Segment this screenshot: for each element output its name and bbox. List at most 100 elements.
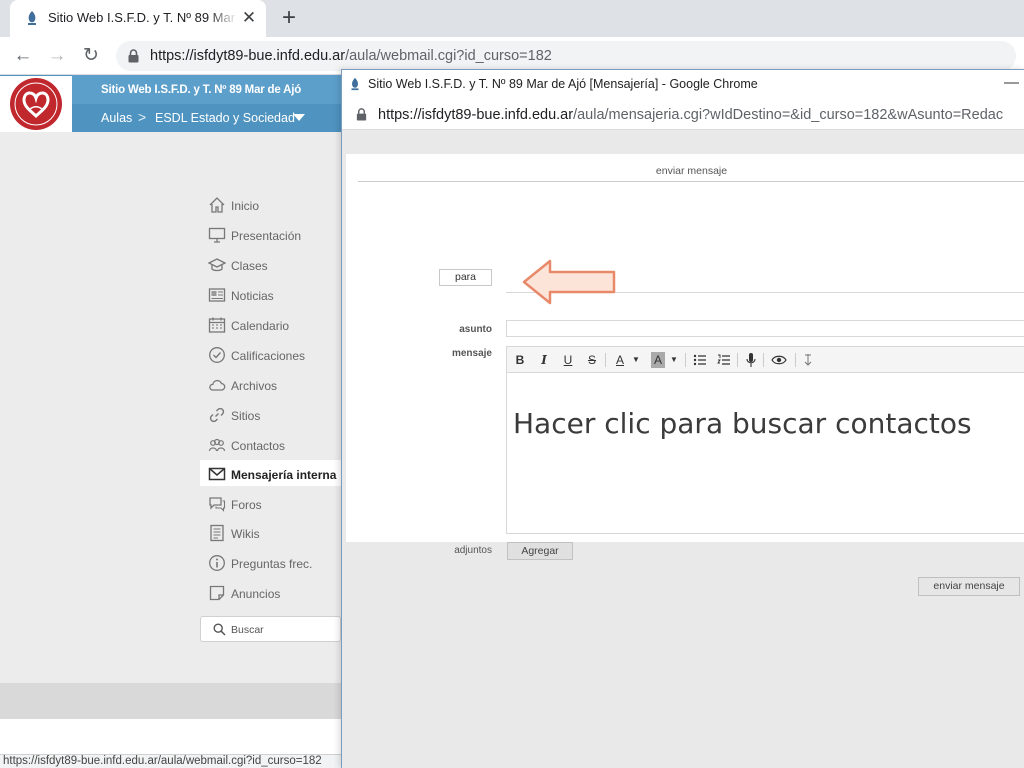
message-editor[interactable]: Hacer clic para buscar contactos <box>506 373 1024 534</box>
sidebar-item-contactos[interactable]: Contactos <box>200 432 341 458</box>
back-arrow-icon[interactable]: ← <box>12 45 34 67</box>
sidebar-item-label: Noticias <box>231 289 274 303</box>
site-favicon-icon <box>351 77 359 91</box>
lock-icon <box>356 108 367 121</box>
info-icon <box>209 555 225 571</box>
page-bottom <box>0 719 341 754</box>
calendar-icon <box>208 317 226 333</box>
sidebar-search[interactable]: Buscar <box>200 616 341 642</box>
new-tab-button[interactable]: + <box>278 6 300 30</box>
form-heading: enviar mensaje <box>358 162 1024 182</box>
sidebar-item-noticias[interactable]: Noticias <box>200 282 341 308</box>
add-attachment-button[interactable]: Agregar <box>507 542 573 560</box>
bulleted-list-icon[interactable] <box>693 352 707 368</box>
message-label: mensaje <box>451 348 492 359</box>
sidebar-item-label: Wikis <box>231 527 260 541</box>
site-favicon-icon <box>28 11 36 25</box>
tab-title: Sitio Web I.S.F.D. y T. Nº 89 Mar de Ajó <box>48 10 238 25</box>
sidebar-item-clases[interactable]: Clases <box>200 252 341 278</box>
sidebar-item-archivos[interactable]: Archivos <box>200 372 341 398</box>
to-recipients-button[interactable]: para <box>439 269 492 286</box>
browser-tab[interactable]: Sitio Web I.S.F.D. y T. Nº 89 Mar de Ajó… <box>10 0 266 37</box>
popup-address-bar[interactable]: https://isfdyt89-bue.infd.edu.ar/aula/me… <box>342 100 1024 130</box>
graduation-cap-icon <box>208 258 226 272</box>
microphone-icon[interactable] <box>745 352 757 368</box>
sidebar-item-sitios[interactable]: Sitios <box>200 402 341 428</box>
breadcrumb-course[interactable]: ESDL Estado y Sociedad <box>155 111 295 125</box>
search-icon <box>213 623 226 636</box>
sidebar-item-label: Mensajería interna <box>231 468 337 482</box>
send-message-button[interactable]: enviar mensaje <box>918 577 1020 596</box>
logo-seal-icon <box>10 78 62 130</box>
reload-icon[interactable]: ↻ <box>80 45 102 67</box>
message-form: enviar mensaje para asunto mensaje B I U… <box>346 154 1024 596</box>
sidebar-item-label: Contactos <box>231 439 286 453</box>
monitor-icon <box>208 227 226 243</box>
breadcrumb-aulas[interactable]: Aulas <box>101 111 132 125</box>
forward-arrow-icon[interactable]: → <box>46 45 68 67</box>
sidebar-item-foros[interactable]: Foros <box>200 491 341 517</box>
breadcrumb-separator: > <box>138 109 147 125</box>
font-color-dropdown-icon[interactable]: ▼ <box>631 352 641 368</box>
sidebar-item-anuncios[interactable]: Anuncios <box>200 580 341 606</box>
left-arrow-callout-icon <box>522 259 616 305</box>
minimize-button[interactable]: — <box>1004 74 1019 91</box>
toolbar-separator <box>605 353 606 367</box>
numbered-list-icon[interactable] <box>717 352 731 368</box>
link-icon <box>209 407 225 423</box>
sidebar-item-label: Sitios <box>231 409 261 423</box>
sidebar-item-presentacion[interactable]: Presentación <box>200 222 341 248</box>
sidebar-item-label: Archivos <box>231 379 278 393</box>
address-url: https://isfdyt89-bue.infd.edu.ar/aula/we… <box>150 48 552 64</box>
sidebar-item-wikis[interactable]: Wikis <box>200 520 341 546</box>
font-color-button[interactable]: A <box>613 352 627 368</box>
sidebar-item-calificaciones[interactable]: Calificaciones <box>200 342 341 368</box>
page-footer <box>0 683 341 719</box>
status-url: https://isfdyt89-bue.infd.edu.ar/aula/we… <box>3 755 322 767</box>
address-bar[interactable]: https://isfdyt89-bue.infd.edu.ar/aula/we… <box>116 41 1016 71</box>
newspaper-icon <box>208 288 226 302</box>
people-icon <box>208 438 226 452</box>
preview-eye-icon[interactable] <box>771 352 787 368</box>
note-icon <box>209 585 225 601</box>
sidebar-item-calendario[interactable]: Calendario <box>200 312 341 338</box>
envelope-icon <box>208 467 226 481</box>
highlight-dropdown-icon[interactable]: ▼ <box>669 352 679 368</box>
italic-button[interactable]: I <box>537 352 551 368</box>
toolbar-separator <box>737 353 738 367</box>
toolbar-separator <box>763 353 764 367</box>
subject-label: asunto <box>459 324 492 335</box>
sidebar-item-mensajeria-interna[interactable]: Mensajería interna <box>200 460 341 486</box>
toolbar-separator <box>685 353 686 367</box>
site-title[interactable]: Sitio Web I.S.F.D. y T. Nº 89 Mar de Ajó <box>101 84 301 96</box>
document-icon <box>210 524 224 542</box>
sidebar-item-preguntas-frec[interactable]: Preguntas frec. <box>200 550 341 576</box>
sidebar-item-inicio[interactable]: Inicio <box>200 192 341 218</box>
toolbar-separator <box>795 353 796 367</box>
check-circle-icon <box>209 347 225 363</box>
sidebar-item-label: Clases <box>231 259 268 273</box>
sidebar-item-label: Preguntas frec. <box>231 557 313 571</box>
status-bar: https://isfdyt89-bue.infd.edu.ar/aula/we… <box>0 754 341 768</box>
bold-button[interactable]: B <box>513 352 527 368</box>
cloud-icon <box>209 379 226 391</box>
source-code-icon[interactable] <box>803 352 813 368</box>
sidebar-item-label: Inicio <box>231 199 260 213</box>
sidebar-search-label: Buscar <box>231 624 264 636</box>
sidebar-item-label: Foros <box>231 498 262 512</box>
popup-title-bar[interactable]: Sitio Web I.S.F.D. y T. Nº 89 Mar de Ajó… <box>342 70 1024 100</box>
tab-close-icon[interactable]: ✕ <box>240 9 258 27</box>
highlight-color-button[interactable]: A <box>651 352 665 368</box>
underline-button[interactable]: U <box>561 352 575 368</box>
sidebar-item-label: Calificaciones <box>231 349 306 363</box>
sidebar-item-label: Anuncios <box>231 587 281 601</box>
chat-icon <box>209 497 226 512</box>
institute-logo[interactable] <box>0 76 72 132</box>
home-icon <box>209 197 225 213</box>
tab-strip: Sitio Web I.S.F.D. y T. Nº 89 Mar de Ajó… <box>0 0 1024 37</box>
messaging-popup-window: Sitio Web I.S.F.D. y T. Nº 89 Mar de Ajó… <box>341 69 1024 768</box>
instruction-annotation: Hacer clic para buscar contactos <box>513 407 972 440</box>
strikethrough-button[interactable]: S <box>585 352 599 368</box>
subject-input[interactable] <box>506 320 1024 337</box>
course-dropdown-caret-icon[interactable] <box>293 114 305 121</box>
